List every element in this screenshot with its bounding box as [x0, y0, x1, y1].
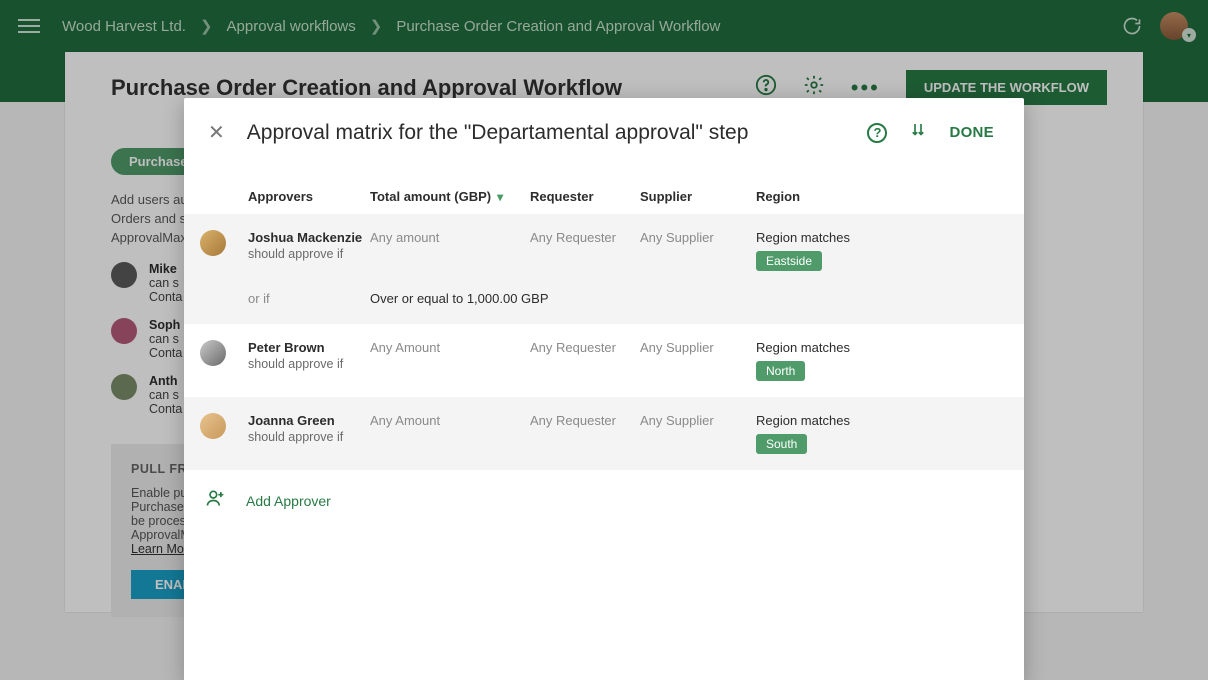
done-button[interactable]: DONE — [949, 124, 994, 141]
approval-matrix-modal: ✕ Approval matrix for the "Departamental… — [184, 98, 1024, 680]
approver-condition-label: should approve if — [248, 247, 370, 261]
approver-name: Peter Brown — [248, 340, 370, 355]
avatar — [200, 230, 226, 256]
modal-title: Approval matrix for the "Departamental a… — [247, 121, 854, 145]
cell-requester[interactable]: Any Requester — [530, 340, 640, 355]
approver-row[interactable]: Joanna Green should approve if Any Amoun… — [184, 397, 1024, 470]
approver-row[interactable]: Peter Brown should approve if Any Amount… — [184, 324, 1024, 397]
approver-orif-row[interactable]: or if Over or equal to 1,000.00 GBP — [184, 287, 1024, 324]
col-approvers: Approvers — [248, 189, 370, 204]
region-tag[interactable]: North — [756, 361, 805, 381]
cell-supplier[interactable]: Any Supplier — [640, 340, 756, 355]
cell-region-label: Region matches — [756, 230, 956, 245]
orif-label: or if — [248, 291, 370, 306]
approval-matrix-table: Approvers Total amount (GBP) ▾ Requester… — [184, 179, 1024, 513]
col-requester: Requester — [530, 189, 640, 204]
cell-supplier[interactable]: Any Supplier — [640, 413, 756, 428]
cell-requester[interactable]: Any Requester — [530, 413, 640, 428]
approver-name: Joshua Mackenzie — [248, 230, 370, 245]
sort-icon[interactable] — [909, 121, 927, 144]
col-supplier: Supplier — [640, 189, 756, 204]
cell-amount[interactable]: Any Amount — [370, 340, 530, 355]
col-region: Region — [756, 189, 956, 204]
avatar — [200, 413, 226, 439]
approver-condition-label: should approve if — [248, 357, 370, 371]
cell-region-label: Region matches — [756, 340, 956, 355]
cell-supplier[interactable]: Any Supplier — [640, 230, 756, 245]
table-header: Approvers Total amount (GBP) ▾ Requester… — [184, 179, 1024, 214]
orif-value[interactable]: Over or equal to 1,000.00 GBP — [370, 291, 750, 306]
help-icon[interactable]: ? — [867, 123, 887, 143]
approver-row[interactable]: Joshua Mackenzie should approve if Any a… — [184, 214, 1024, 287]
cell-requester[interactable]: Any Requester — [530, 230, 640, 245]
add-approver-button[interactable]: Add Approver — [184, 470, 1024, 513]
col-amount[interactable]: Total amount (GBP) ▾ — [370, 189, 530, 204]
chevron-down-icon: ▾ — [497, 190, 503, 204]
cell-amount[interactable]: Any amount — [370, 230, 530, 245]
add-approver-label: Add Approver — [246, 493, 331, 509]
cell-region-label: Region matches — [756, 413, 956, 428]
approver-condition-label: should approve if — [248, 430, 370, 444]
avatar — [200, 340, 226, 366]
approver-name: Joanna Green — [248, 413, 370, 428]
cell-amount[interactable]: Any Amount — [370, 413, 530, 428]
close-icon[interactable]: ✕ — [202, 118, 231, 147]
region-tag[interactable]: South — [756, 434, 807, 454]
add-person-icon — [202, 488, 228, 513]
region-tag[interactable]: Eastside — [756, 251, 822, 271]
